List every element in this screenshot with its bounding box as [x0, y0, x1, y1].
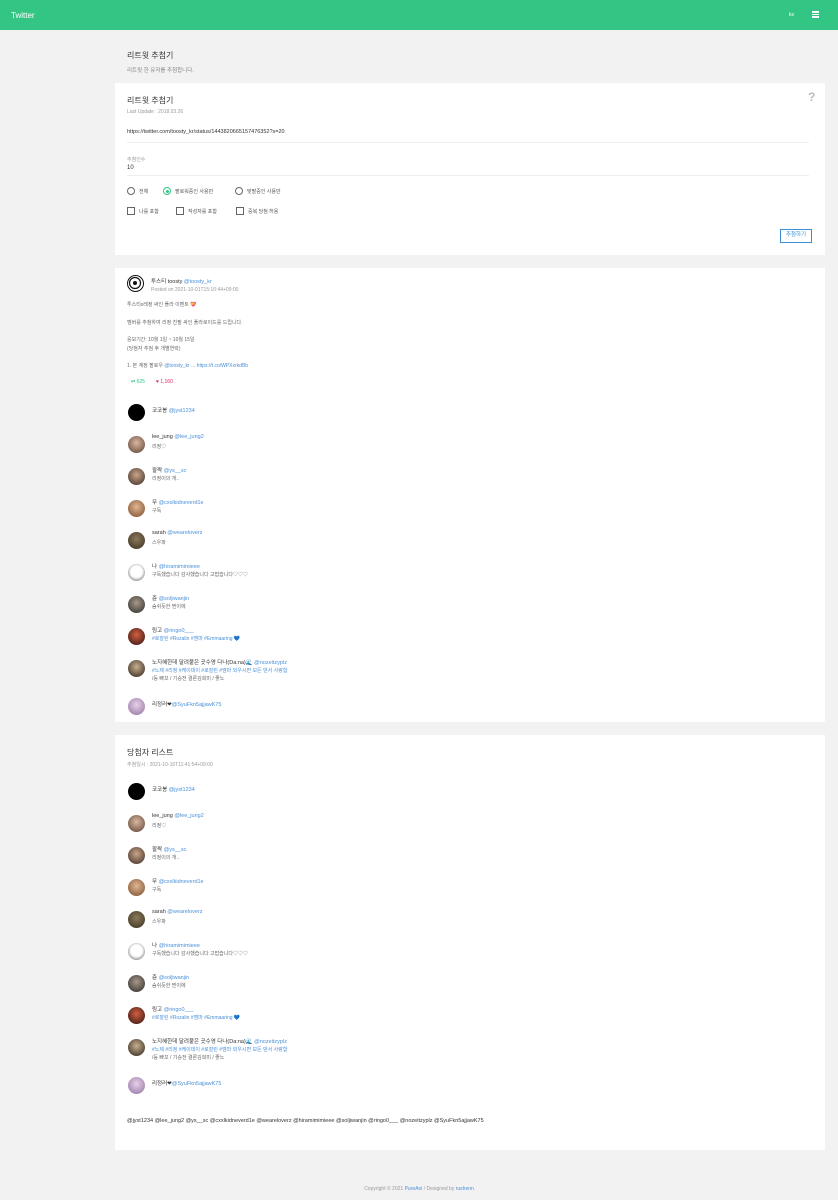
author-avatar — [127, 275, 144, 292]
checkbox[interactable] — [176, 207, 184, 215]
radio-followers[interactable]: 팔로워중인 사용만 — [163, 187, 213, 195]
user-avatar — [128, 436, 145, 453]
user-avatar — [128, 698, 145, 715]
author-name: 투스티 toosty — [151, 279, 183, 285]
winner-item: 쥰 @soljiwanjin 숨쉬듯한 찐이에 — [127, 973, 807, 999]
user-avatar — [128, 564, 145, 581]
checkbox-label: 나를 포함 — [139, 208, 159, 215]
radio-all[interactable]: 전체 — [127, 187, 148, 195]
page-title: 리트윗 추첨기 — [127, 51, 174, 60]
winners-handles-text[interactable]: @jyst1234 @lee_jung2 @ys__sc @cxxlkidnev… — [127, 1118, 484, 1124]
user-avatar — [128, 660, 145, 677]
brand-link[interactable]: Twitter — [11, 11, 35, 20]
tweet-line: (당첨자 추첨 후 개별연락) — [127, 346, 181, 352]
user-avatar — [128, 532, 145, 549]
radio-mutuals[interactable]: 맞팔중인 사용만 — [235, 187, 281, 195]
user-avatar — [128, 847, 145, 864]
winners-drawn-at: 추첨일시 : 2021-10-16T11:41:54+09:00 — [127, 762, 213, 768]
language-toggle[interactable]: ks — [789, 12, 794, 18]
draw-form-card: 리트윗 추첨기 Last Update : 2018.03.26 ? https… — [115, 83, 825, 255]
user-avatar — [128, 783, 145, 800]
winner-item: 팔짝 @ys__sc 리정이의 개.. — [127, 845, 807, 871]
winners-title: 당첨자 리스트 — [127, 748, 174, 757]
tweet-author: 투스티 toosty @toosty_kr — [151, 277, 212, 285]
menu-icon[interactable] — [812, 11, 819, 18]
count-label: 추첨인수 — [127, 157, 146, 163]
tweet-card: 투스티 toosty @toosty_kr Posted on 2021-10-… — [115, 268, 825, 722]
footer-brand-link[interactable]: PureAni — [405, 1186, 423, 1192]
retweeter-item: sarah @weareloverz 스우파 — [127, 530, 807, 556]
count-input[interactable]: 10 — [127, 165, 809, 176]
retweeter-item: 팔짝 @ys__sc 리정이의 개.. — [127, 466, 807, 492]
retweeter-item: 나 @hiramimimieee 구독했습니다 감사했습니다 고맙습니다♡♡♡ — [127, 562, 807, 588]
tweet-line: 응모기간: 10월 1일 ~ 10월 15일 — [127, 337, 195, 343]
page-header: 리트윗 추첨기 리트윗 한 유저를 추첨합니다. — [127, 50, 194, 74]
tweet-line-follow: 1. 본 계정 팔로우 @toosty_kr ... https://t.co/… — [127, 363, 249, 369]
page-subtitle: 리트윗 한 유저를 추첨합니다. — [127, 68, 194, 74]
retweeter-item: 코코봉 @jyst1234 — [127, 402, 807, 428]
like-count: ♥ 1,160 — [156, 379, 173, 385]
user-avatar — [128, 911, 145, 928]
winner-item: 링고 @ringo0___ #로잘린 #Rozalin #엠마 #Emmaari… — [127, 1005, 807, 1031]
author-handle[interactable]: @toosty_kr — [184, 279, 212, 285]
retweeter-item: 링고 @ringo0___ #로잘린 #Rozalin #엠마 #Emmaari… — [127, 626, 807, 652]
radio-label: 맞팔중인 사용만 — [247, 188, 281, 195]
user-avatar — [128, 1007, 145, 1024]
draw-button[interactable]: 추첨하기 — [780, 229, 812, 243]
retweeter-item: 무 @cxxlkidneverd1e 구독 — [127, 498, 807, 524]
footer-designer-link[interactable]: rushenn — [456, 1186, 474, 1192]
user-avatar — [128, 628, 145, 645]
retweeter-item: lee_jung @lee_jung2 리정♡ — [127, 434, 807, 460]
tweet-date: Posted on 2021-10-01T15:10:44+09:00 — [151, 287, 239, 293]
help-icon[interactable]: ? — [808, 90, 815, 104]
winner-item: 코코봉 @jyst1234 — [127, 781, 807, 807]
user-avatar — [128, 468, 145, 485]
user-avatar — [128, 404, 145, 421]
tweet-url-input[interactable]: https://twitter.com/toosty_kr/status/144… — [127, 129, 809, 143]
checkbox-label: 중복 당첨 허용 — [248, 208, 279, 215]
user-avatar — [128, 1077, 145, 1094]
winners-card: 당첨자 리스트 추첨일시 : 2021-10-16T11:41:54+09:00… — [115, 735, 825, 1150]
retweet-count: ⇄ 625 — [131, 379, 145, 385]
winner-item: sarah @weareloverz 스우파 — [127, 909, 807, 935]
check-include-me[interactable]: 나를 포함 — [127, 207, 159, 215]
winner-item: 나 @hiramimimieee 구독했습니다 감사했습니다 고맙습니다♡♡♡ — [127, 941, 807, 967]
radio-label: 전체 — [139, 188, 149, 195]
check-include-author[interactable]: 작성자를 포함 — [176, 207, 217, 215]
user-avatar — [128, 815, 145, 832]
user-avatar — [128, 1039, 145, 1056]
checkbox[interactable] — [127, 207, 135, 215]
top-navbar: Twitter ks — [0, 0, 838, 30]
checkbox[interactable] — [236, 207, 244, 215]
retweeter-item: 리정러❤@SyuFkn5ajjawK75 — [127, 696, 807, 722]
radio-label: 팔로워중인 사용만 — [175, 188, 214, 195]
retweeter-item: 쥰 @soljiwanjin 숨쉬듯한 찐이에 — [127, 594, 807, 620]
checkbox-label: 작성자를 포함 — [188, 208, 217, 215]
check-allow-duplicates[interactable]: 중복 당첨 허용 — [236, 207, 278, 215]
winner-item: lee_jung @lee_jung2 리정♡ — [127, 813, 807, 839]
tweet-line: 멤버를 추첨하여 리정 친필 싸인 폴라로이드를 드립니다. — [127, 320, 243, 326]
user-avatar — [128, 943, 145, 960]
last-update: Last Update : 2018.03.26 — [127, 109, 184, 115]
tweet-line: 투스티x레정 싸인 폴라 이벤트 💝 — [127, 302, 197, 308]
tweet-tail-link[interactable]: ... https://t.co/WPXxrkdBb — [191, 363, 248, 369]
radio-circle[interactable] — [235, 187, 243, 195]
follow-link[interactable]: @toosty_kr — [164, 363, 189, 369]
retweeter-item: 노지혜한데 달려붙은 곳수영 다나(Da:na)🌊 @nozeitzyplz #… — [127, 658, 807, 684]
winner-item: 리정러❤@SyuFkn5ajjawK75 — [127, 1075, 807, 1101]
user-avatar — [128, 975, 145, 992]
footer: Copyright © 2021 PureAni / Designed by r… — [364, 1186, 474, 1192]
radio-circle-selected[interactable] — [163, 187, 171, 195]
winner-item: 무 @cxxlkidneverd1e 구독 — [127, 877, 807, 903]
user-avatar — [128, 879, 145, 896]
user-avatar — [128, 500, 145, 517]
winner-item: 노지혜한데 달려붙은 곳수영 다나(Da:na)🌊 @nozeitzyplz #… — [127, 1037, 807, 1063]
user-avatar — [128, 596, 145, 613]
radio-circle[interactable] — [127, 187, 135, 195]
author-logo-icon — [128, 276, 142, 290]
form-title: 리트윗 추첨기 — [127, 96, 174, 105]
